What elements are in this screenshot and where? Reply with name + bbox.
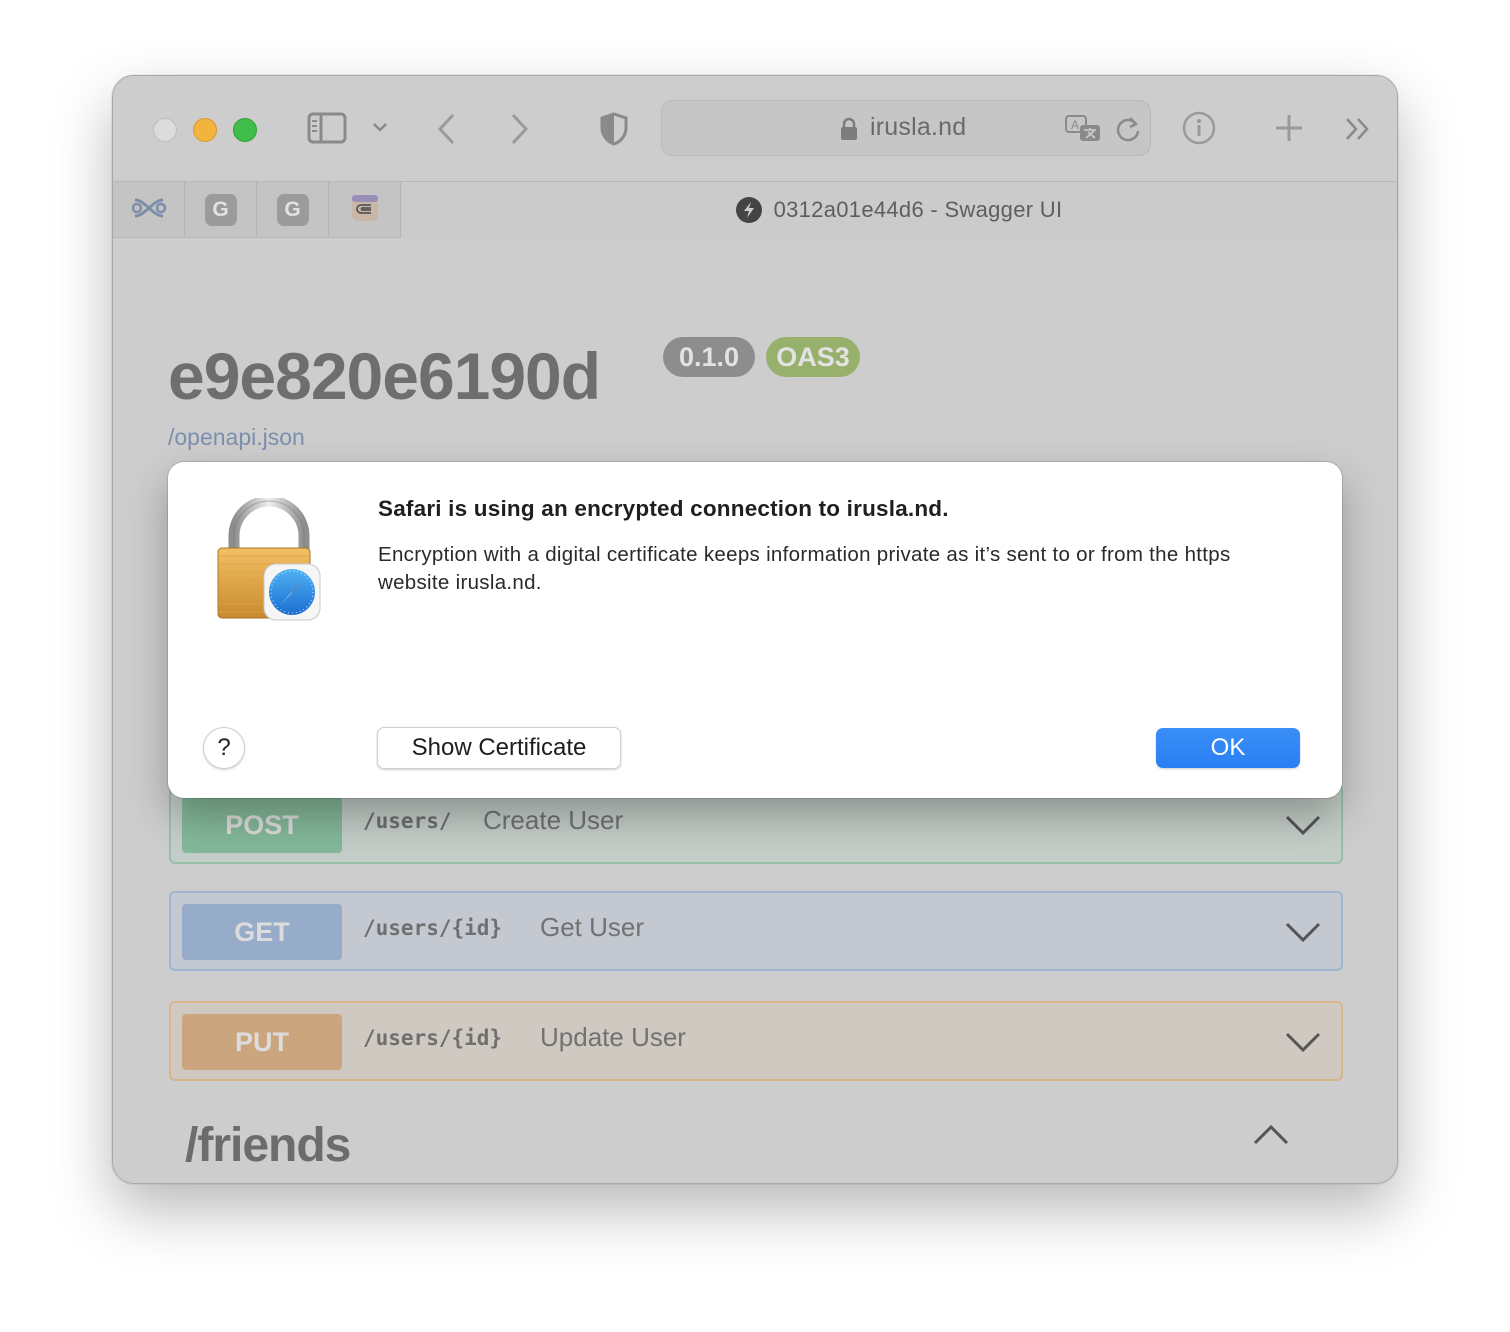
operation-get-user[interactable]: GET /users/{id} Get User	[169, 891, 1343, 971]
tab-title: 0312a01e44d6 - Swagger UI	[773, 197, 1063, 222]
operation-path: /users/	[363, 809, 452, 833]
show-certificate-button[interactable]: Show Certificate	[377, 727, 621, 769]
section-title-friends[interactable]: /friends	[185, 1118, 351, 1173]
address-bar[interactable]: irusla.nd A	[661, 100, 1151, 156]
pinned-tab-1[interactable]	[113, 182, 185, 238]
operation-summary: Create User	[483, 805, 624, 835]
reload-icon[interactable]	[1114, 115, 1142, 148]
chevron-down-icon[interactable]	[371, 120, 389, 134]
google-icon: G	[204, 194, 237, 226]
help-button[interactable]: ?	[203, 727, 245, 769]
dialog-message: Encryption with a digital certificate ke…	[378, 543, 1231, 594]
openapi-json-link[interactable]: /openapi.json	[168, 424, 305, 451]
pinned-tab-3[interactable]: G	[257, 182, 329, 238]
active-tab[interactable]: 0312a01e44d6 - Swagger UI	[401, 182, 1397, 238]
operation-put-user[interactable]: PUT /users/{id} Update User	[169, 1001, 1343, 1081]
maximize-window-button[interactable]	[233, 118, 257, 142]
method-badge: GET	[182, 904, 342, 960]
back-icon[interactable]	[435, 112, 459, 146]
version-badge: 0.1.0	[663, 337, 755, 377]
oas-badge: OAS3	[766, 337, 860, 377]
operation-path: /users/{id}	[363, 916, 503, 940]
sidebar-toggle-icon[interactable]	[307, 112, 347, 144]
url-text[interactable]: irusla.nd	[870, 113, 966, 142]
translate-icon[interactable]: A	[1064, 114, 1102, 149]
chevron-down-icon[interactable]	[1285, 814, 1321, 841]
close-window-button[interactable]	[153, 118, 177, 142]
pinned-tab-2[interactable]: G	[185, 182, 257, 238]
certificate-dialog: Safari is using an encrypted connection …	[168, 462, 1342, 798]
new-tab-icon[interactable]	[1273, 112, 1305, 144]
info-icon[interactable]	[1181, 110, 1217, 146]
api-title: e9e820e6190d	[168, 339, 601, 413]
more-chevrons-icon[interactable]	[1343, 114, 1373, 144]
chevron-up-icon[interactable]	[1253, 1124, 1289, 1151]
toolbar: irusla.nd A	[113, 76, 1397, 181]
swagger-lightning-icon	[735, 197, 762, 223]
pinned-tab-4[interactable]	[329, 182, 401, 238]
method-badge: PUT	[182, 1014, 342, 1070]
svg-text:A: A	[1071, 118, 1079, 132]
dialog-title: Safari is using an encrypted connection …	[378, 496, 949, 521]
forward-icon[interactable]	[507, 112, 531, 146]
lock-safari-icon	[214, 495, 324, 622]
operation-summary: Update User	[540, 1022, 686, 1052]
ok-button[interactable]: OK	[1156, 728, 1300, 768]
chevron-down-icon[interactable]	[1285, 1031, 1321, 1058]
tab-bar: G G 0312a01e44d6 - Swagger UI	[113, 181, 1397, 238]
google-icon: G	[276, 194, 309, 226]
notes-app-icon	[350, 193, 380, 228]
operation-summary: Get User	[540, 912, 645, 942]
minimize-window-button[interactable]	[193, 118, 217, 142]
chevron-down-icon[interactable]	[1285, 921, 1321, 948]
link-logo-icon	[131, 195, 167, 226]
operation-path: /users/{id}	[363, 1026, 503, 1050]
lock-icon[interactable]	[840, 117, 858, 146]
privacy-shield-icon[interactable]	[599, 112, 629, 146]
method-badge: POST	[182, 797, 342, 853]
